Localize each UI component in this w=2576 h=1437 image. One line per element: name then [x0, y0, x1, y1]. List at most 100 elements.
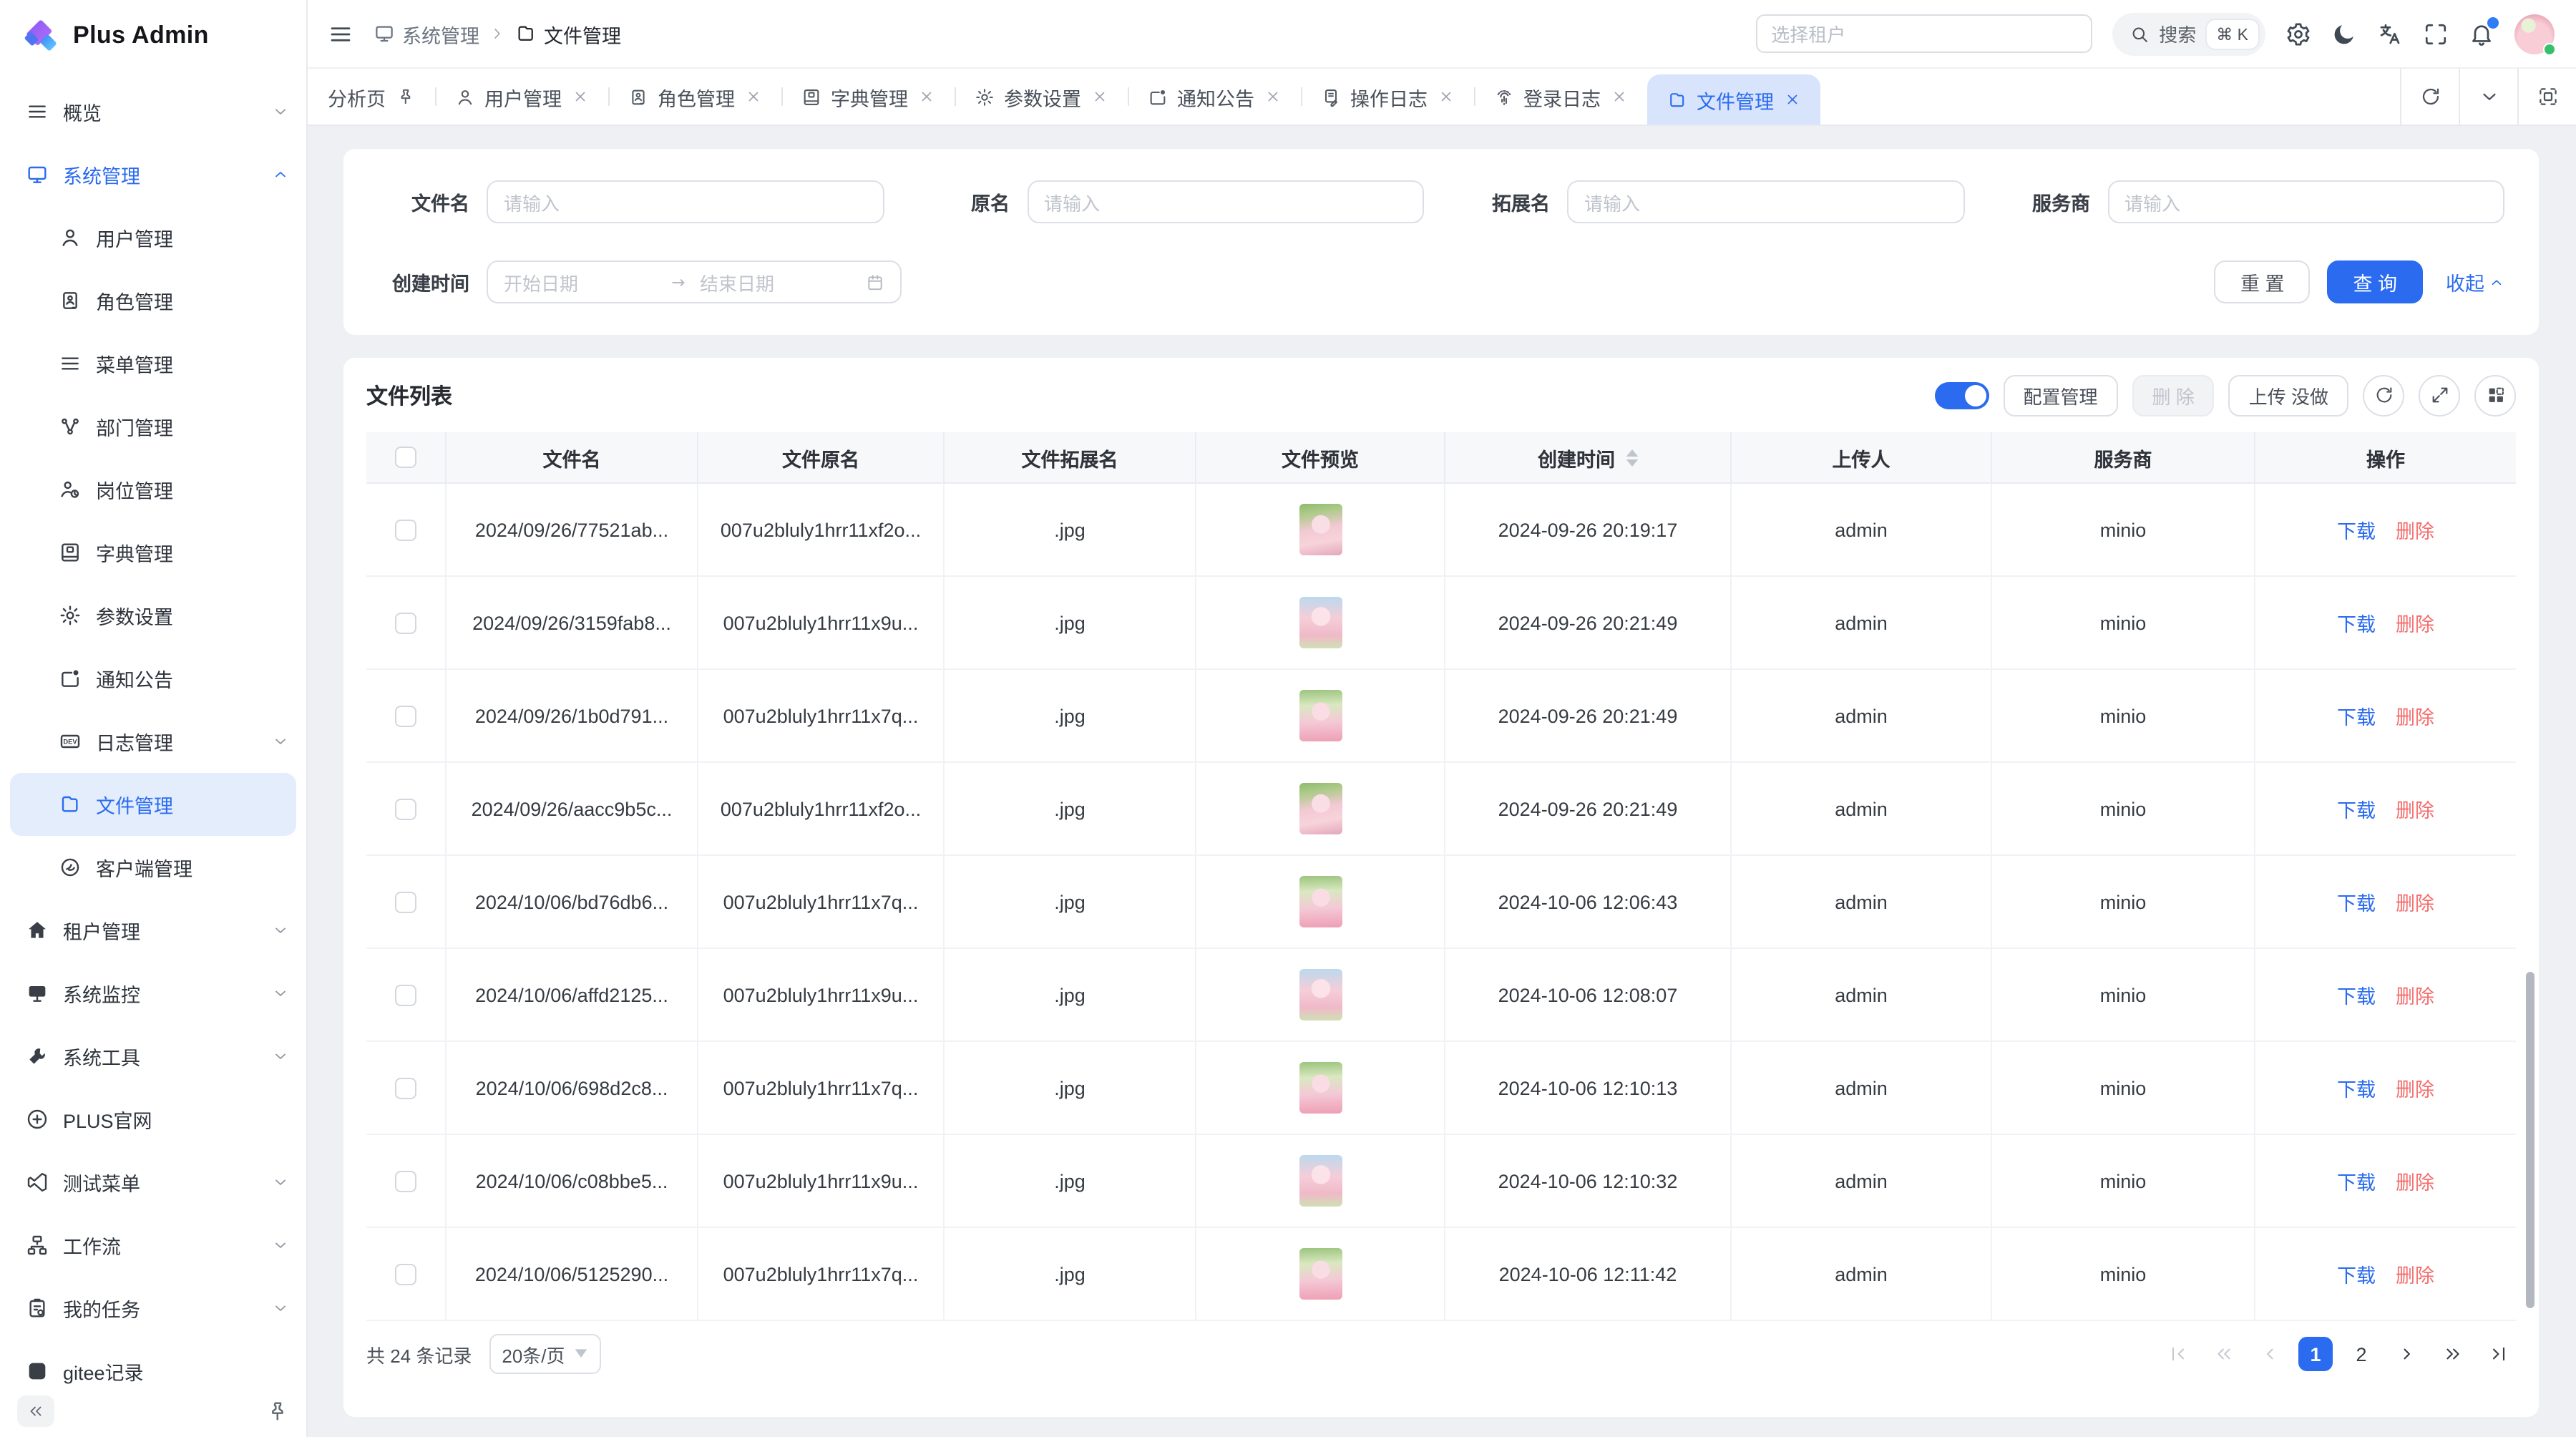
sidebar-item-plus-site[interactable]: PLUS官网 — [0, 1088, 306, 1151]
row-checkbox[interactable] — [395, 519, 416, 540]
next-jump-button[interactable] — [2436, 1337, 2470, 1371]
download-link[interactable]: 下载 — [2337, 701, 2376, 730]
delete-link[interactable]: 删除 — [2396, 980, 2434, 1009]
first-page-button[interactable] — [2161, 1337, 2195, 1371]
download-link[interactable]: 下载 — [2337, 608, 2376, 637]
extname-input[interactable]: 请输入 — [1567, 180, 1964, 223]
download-link[interactable]: 下载 — [2337, 1260, 2376, 1288]
close-icon[interactable] — [1784, 92, 1800, 107]
close-icon[interactable] — [745, 89, 761, 104]
sidebar-collapse-button[interactable] — [17, 1395, 54, 1427]
file-preview-thumbnail[interactable] — [1299, 504, 1342, 555]
row-checkbox[interactable] — [395, 612, 416, 633]
row-checkbox[interactable] — [395, 984, 416, 1005]
tab-param[interactable]: 参数设置 — [954, 69, 1127, 125]
delete-link[interactable]: 删除 — [2396, 701, 2434, 730]
sidebar-item-log[interactable]: DEV日志管理 — [0, 710, 306, 773]
upload-button[interactable]: 上传 没做 — [2229, 374, 2348, 416]
sidebar-item-menu[interactable]: 菜单管理 — [0, 332, 306, 395]
start-date-input[interactable]: 开始日期 — [504, 268, 658, 296]
table-vertical-scrollbar[interactable] — [2526, 972, 2534, 1308]
sidebar-item-my-tasks[interactable]: 我的任务 — [0, 1277, 306, 1340]
sidebar-item-system[interactable]: 系统管理 — [0, 143, 306, 206]
row-checkbox[interactable] — [395, 798, 416, 819]
page-button-2[interactable]: 2 — [2344, 1337, 2379, 1371]
sidebar-item-tenant[interactable]: 租户管理 — [0, 899, 306, 962]
delete-link[interactable]: 删除 — [2396, 1166, 2434, 1195]
sidebar-pin-icon[interactable] — [266, 1400, 289, 1423]
tab-loginlog[interactable]: 登录日志 — [1473, 69, 1646, 125]
column-header[interactable]: 创建时间 — [1445, 432, 1732, 482]
tab-user[interactable]: 用户管理 — [434, 69, 608, 125]
tab-operlog[interactable]: 操作日志 — [1300, 69, 1473, 125]
file-preview-thumbnail[interactable] — [1299, 1062, 1342, 1114]
sidebar-item-role[interactable]: 角色管理 — [0, 269, 306, 332]
filename-input[interactable]: 请输入 — [487, 180, 884, 223]
provider-input[interactable]: 请输入 — [2107, 180, 2504, 223]
sort-icon[interactable] — [1625, 449, 1638, 466]
breadcrumb-item-system[interactable]: 系统管理 — [374, 19, 479, 48]
file-preview-thumbnail[interactable] — [1299, 783, 1342, 834]
delete-button[interactable]: 删 除 — [2132, 374, 2215, 416]
close-icon[interactable] — [1091, 89, 1107, 104]
fullscreen-icon[interactable] — [2423, 21, 2449, 47]
row-checkbox[interactable] — [395, 705, 416, 726]
file-preview-thumbnail[interactable] — [1299, 876, 1342, 927]
row-checkbox[interactable] — [395, 1263, 416, 1285]
download-link[interactable]: 下载 — [2337, 515, 2376, 544]
sidebar-item-notice[interactable]: 通知公告 — [0, 647, 306, 710]
tab-refresh-button[interactable] — [2400, 69, 2459, 125]
file-preview-thumbnail[interactable] — [1299, 597, 1342, 648]
search-toggle-switch[interactable] — [1934, 381, 1989, 409]
next-page-button[interactable] — [2390, 1337, 2424, 1371]
global-search-button[interactable]: 搜索 ⌘ K — [2112, 12, 2265, 55]
delete-link[interactable]: 删除 — [2396, 608, 2434, 637]
close-icon[interactable] — [572, 89, 587, 104]
file-preview-thumbnail[interactable] — [1299, 690, 1342, 741]
table-expand-button[interactable] — [2419, 374, 2460, 416]
reset-button[interactable]: 重 置 — [2215, 260, 2311, 303]
prev-page-button[interactable] — [2253, 1337, 2287, 1371]
sidebar-item-workflow[interactable]: 工作流 — [0, 1214, 306, 1277]
config-manage-button[interactable]: 配置管理 — [2003, 374, 2117, 416]
sidebar-item-dept[interactable]: 部门管理 — [0, 395, 306, 458]
end-date-input[interactable]: 结束日期 — [700, 268, 854, 296]
delete-link[interactable]: 删除 — [2396, 1260, 2434, 1288]
sidebar-item-sysmon[interactable]: 系统监控 — [0, 962, 306, 1025]
sidebar-item-test-menu[interactable]: 测试菜单 — [0, 1151, 306, 1214]
query-button[interactable]: 查 询 — [2327, 260, 2423, 303]
date-range-input[interactable]: 开始日期 结束日期 — [487, 260, 902, 303]
delete-link[interactable]: 删除 — [2396, 1073, 2434, 1102]
tab-dict[interactable]: 字典管理 — [781, 69, 954, 125]
close-icon[interactable] — [1438, 89, 1453, 104]
sidebar-item-systool[interactable]: 系统工具 — [0, 1025, 306, 1088]
page-size-select[interactable]: 20条/页 — [489, 1334, 600, 1374]
breadcrumb-item-file[interactable]: 文件管理 — [515, 19, 621, 48]
close-icon[interactable] — [1264, 89, 1280, 104]
row-checkbox[interactable] — [395, 1077, 416, 1099]
origname-input[interactable]: 请输入 — [1027, 180, 1424, 223]
sidebar-item-post[interactable]: 岗位管理 — [0, 458, 306, 521]
download-link[interactable]: 下载 — [2337, 1073, 2376, 1102]
sidebar-item-user[interactable]: 用户管理 — [0, 206, 306, 269]
tab-more-button[interactable] — [2459, 69, 2517, 125]
prev-jump-button[interactable] — [2207, 1337, 2241, 1371]
sidebar-item-gitee[interactable]: gitee记录 — [0, 1340, 306, 1385]
download-link[interactable]: 下载 — [2337, 887, 2376, 916]
file-preview-thumbnail[interactable] — [1299, 969, 1342, 1020]
pin-icon[interactable] — [396, 87, 414, 106]
tab-notice[interactable]: 通知公告 — [1127, 69, 1300, 125]
row-checkbox[interactable] — [395, 891, 416, 912]
tab-file[interactable]: 文件管理 — [1646, 74, 1820, 125]
translate-icon[interactable] — [2377, 21, 2403, 47]
collapse-filter-link[interactable]: 收起 — [2446, 268, 2504, 296]
table-refresh-button[interactable] — [2363, 374, 2404, 416]
sidebar-item-dict[interactable]: 字典管理 — [0, 521, 306, 584]
delete-link[interactable]: 删除 — [2396, 887, 2434, 916]
page-button-1[interactable]: 1 — [2298, 1337, 2333, 1371]
settings-gear-icon[interactable] — [2285, 21, 2311, 47]
close-icon[interactable] — [1611, 89, 1626, 104]
delete-link[interactable]: 删除 — [2396, 794, 2434, 823]
tab-fullscreen-button[interactable] — [2517, 69, 2576, 125]
download-link[interactable]: 下载 — [2337, 1166, 2376, 1195]
